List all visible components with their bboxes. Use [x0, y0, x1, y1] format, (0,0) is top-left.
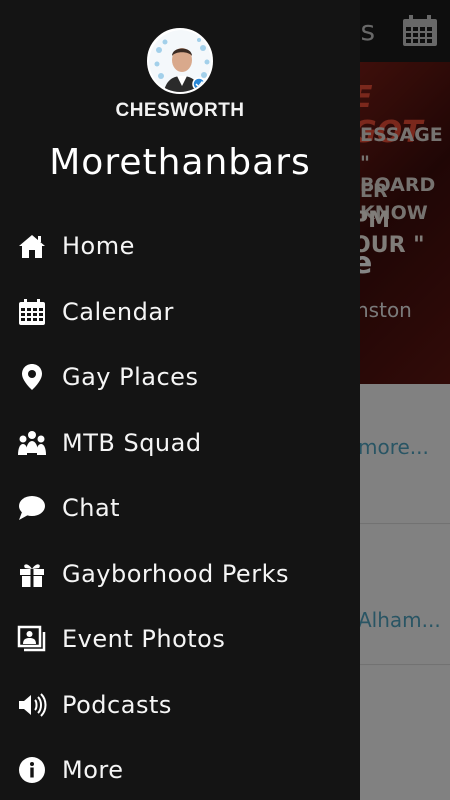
menu-item-label: More: [62, 756, 124, 784]
menu-item-gayborhood-perks[interactable]: Gayborhood Perks: [0, 542, 360, 606]
speaker-icon: [17, 690, 47, 720]
avatar-photo: [149, 30, 211, 92]
map-pin-icon: [17, 362, 47, 392]
menu-item-label: Calendar: [62, 298, 174, 326]
menu-item-mtb-squad[interactable]: MTB Squad: [0, 411, 360, 475]
gift-icon: [17, 559, 47, 589]
menu-item-label: MTB Squad: [62, 429, 202, 457]
avatar[interactable]: [147, 28, 213, 94]
menu-item-chat[interactable]: Chat: [0, 476, 360, 540]
menu-item-podcasts[interactable]: Podcasts: [0, 673, 360, 737]
navigation-drawer: CHESWORTH Morethanbars Home Calendar Gay…: [0, 0, 360, 800]
user-name: CHESWORTH: [115, 100, 245, 121]
menu-item-label: Gayborhood Perks: [62, 560, 289, 588]
menu-item-gay-places[interactable]: Gay Places: [0, 345, 360, 409]
photos-icon: [17, 624, 47, 654]
calendar-icon: [17, 297, 47, 327]
group-icon: [17, 428, 47, 458]
menu-item-calendar[interactable]: Calendar: [0, 280, 360, 344]
chat-bubble-icon: [17, 493, 47, 523]
app-name: Morethanbars: [49, 142, 311, 183]
menu-item-event-photos[interactable]: Event Photos: [0, 607, 360, 671]
home-icon: [17, 231, 47, 261]
info-icon: [17, 755, 47, 785]
menu-item-label: Gay Places: [62, 363, 199, 391]
menu-item-label: Event Photos: [62, 625, 226, 653]
menu-item-label: Home: [62, 232, 135, 260]
menu-item-more[interactable]: More: [0, 738, 360, 800]
menu-item-label: Chat: [62, 494, 121, 522]
menu-item-home[interactable]: Home: [0, 214, 360, 278]
menu-item-label: Podcasts: [62, 691, 172, 719]
